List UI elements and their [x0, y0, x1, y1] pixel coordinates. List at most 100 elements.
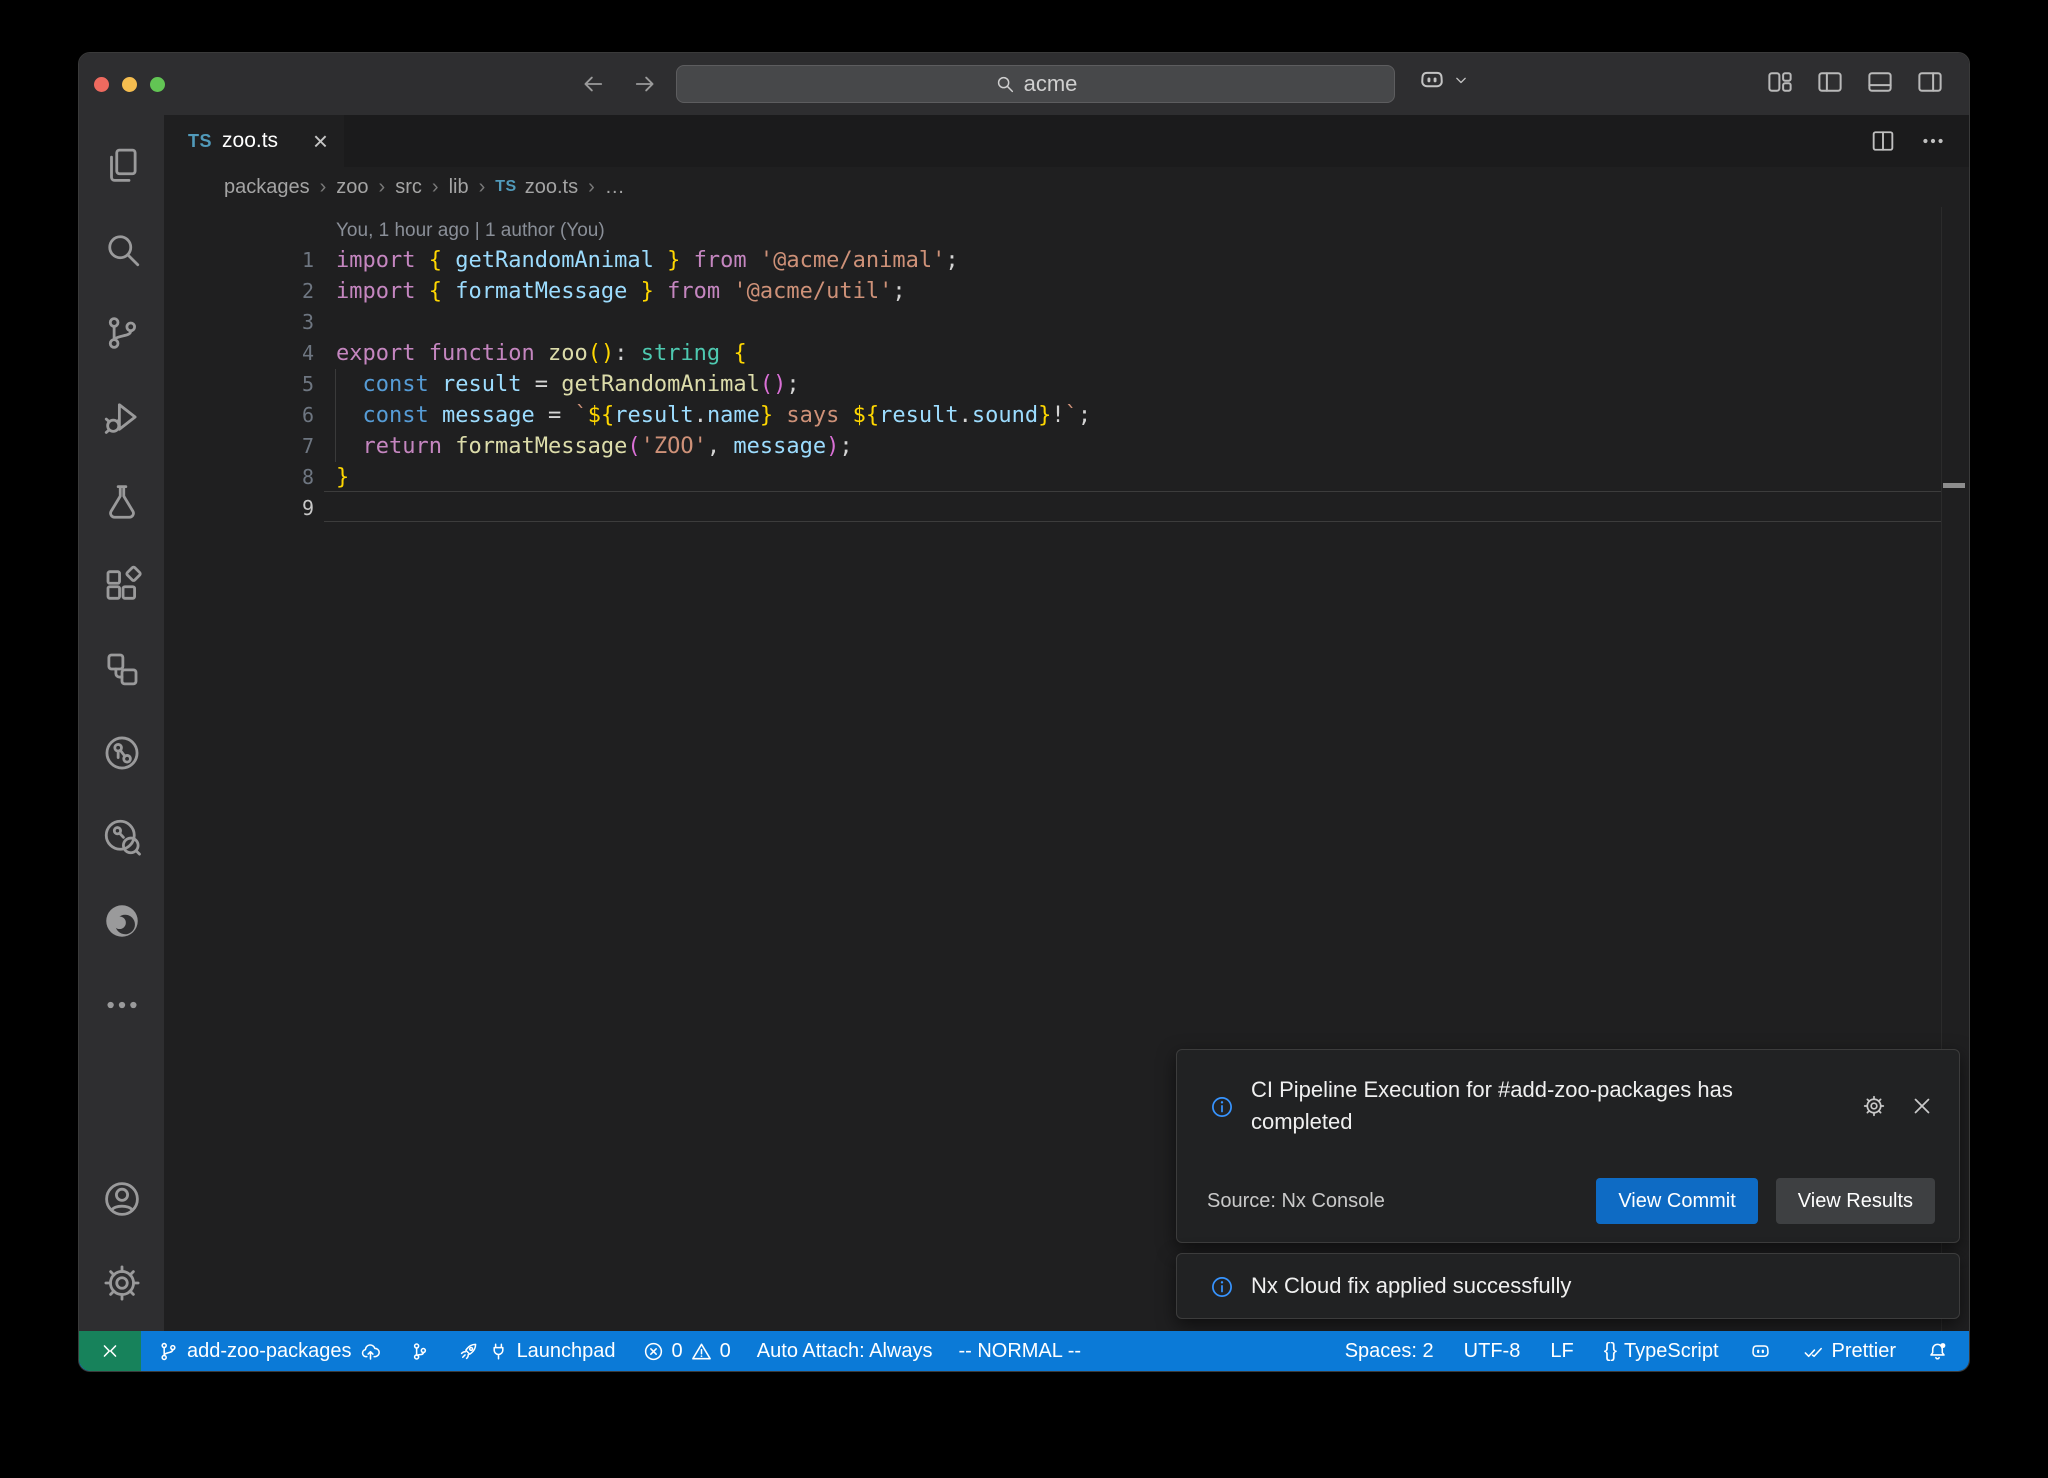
- toggle-secondary-sidebar-icon[interactable]: [1915, 67, 1945, 97]
- breadcrumb: packages›zoo›src›lib›TSzoo.ts›…: [164, 167, 1969, 207]
- code-line-8[interactable]: 8}: [164, 462, 1969, 493]
- status-item-problems[interactable]: 00: [642, 1340, 731, 1363]
- status-label: Spaces: 2: [1345, 1340, 1434, 1363]
- status-item-branch[interactable]: add-zoo-packages: [157, 1340, 382, 1363]
- code-line-5[interactable]: 5 const result = getRandomAnimal();: [164, 369, 1969, 400]
- minimize-window-button[interactable]: [122, 77, 137, 92]
- vscode-window: acme TS zoo.ts × packages›zoo›src›lib›TS…: [78, 52, 1970, 1372]
- plug-icon: [487, 1340, 510, 1363]
- breadcrumb-separator: ›: [588, 176, 595, 199]
- overview-ruler-cursor-mark: [1943, 483, 1965, 488]
- info-icon: [1209, 1274, 1235, 1300]
- extensions-icon: [101, 564, 143, 606]
- status-label: UTF-8: [1464, 1340, 1521, 1363]
- ts-file-icon: TS: [188, 131, 212, 152]
- split-editor-icon[interactable]: [1869, 127, 1897, 155]
- status-item-copilot[interactable]: [1749, 1340, 1772, 1363]
- code-line-6[interactable]: 6 const message = `${result.name} says $…: [164, 400, 1969, 431]
- breadcrumb-separator: ›: [479, 176, 486, 199]
- copilot-menu[interactable]: [1417, 65, 1471, 95]
- back-arrow-icon[interactable]: [579, 70, 607, 98]
- status-item-auto-attach[interactable]: Auto Attach: Always: [757, 1340, 933, 1363]
- activity-item-edge-browser-icon[interactable]: [79, 879, 164, 963]
- command-center-search[interactable]: acme: [676, 65, 1395, 103]
- zoom-window-button[interactable]: [150, 77, 165, 92]
- breadcrumb-item-packages[interactable]: packages: [224, 176, 310, 199]
- ts-file-icon: TS: [495, 178, 516, 196]
- code-line-2[interactable]: 2import { formatMessage } from '@acme/ut…: [164, 276, 1969, 307]
- activity-item-settings-gear-icon[interactable]: [79, 1241, 164, 1325]
- breadcrumb-label: zoo: [336, 176, 368, 199]
- rocket-icon: [457, 1340, 480, 1363]
- breadcrumb-item-lib[interactable]: lib: [449, 176, 469, 199]
- code-line-1[interactable]: 1import { getRandomAnimal } from '@acme/…: [164, 245, 1969, 276]
- run-debug-icon: [101, 396, 143, 438]
- toggle-primary-sidebar-icon[interactable]: [1815, 67, 1845, 97]
- status-item-language[interactable]: {} TypeScript: [1604, 1340, 1719, 1363]
- breadcrumb-label: src: [395, 176, 422, 199]
- activity-item-extensions-icon[interactable]: [79, 543, 164, 627]
- status-item-vim-mode[interactable]: -- NORMAL --: [958, 1340, 1081, 1363]
- breadcrumb-item-zoo[interactable]: zoo: [336, 176, 368, 199]
- traffic-lights: [94, 77, 165, 92]
- code-line-7[interactable]: 7 return formatMessage('ZOO', message);: [164, 431, 1969, 462]
- status-item-encoding[interactable]: UTF-8: [1464, 1340, 1521, 1363]
- activity-item-search-icon[interactable]: [79, 207, 164, 291]
- status-label: {}: [1604, 1340, 1617, 1363]
- status-label: add-zoo-packages: [187, 1340, 352, 1363]
- search-text: acme: [1024, 71, 1078, 97]
- status-item-launchpad[interactable]: Launchpad: [457, 1340, 616, 1363]
- code-line-9[interactable]: 9: [164, 493, 1969, 524]
- code-line-4[interactable]: 4export function zoo(): string {: [164, 338, 1969, 369]
- nx-cloud-icon: [101, 732, 143, 774]
- toggle-panel-icon[interactable]: [1865, 67, 1895, 97]
- status-bar: add-zoo-packages Launchpad 00 Auto Attach: …: [79, 1331, 1969, 1371]
- code-text: import { formatMessage } from '@acme/uti…: [336, 276, 906, 307]
- activity-item-account-icon[interactable]: [79, 1157, 164, 1241]
- status-label: TypeScript: [1624, 1340, 1718, 1363]
- notification-close-icon[interactable]: [1909, 1074, 1935, 1138]
- code-text: export function zoo(): string {: [336, 338, 747, 369]
- status-label: 0: [672, 1340, 683, 1363]
- tab-zoo-ts[interactable]: TS zoo.ts ×: [164, 115, 344, 167]
- more-actions-icon[interactable]: [1919, 127, 1947, 155]
- line-number: 8: [164, 462, 314, 493]
- activity-item-source-control-icon[interactable]: [79, 291, 164, 375]
- notification-message: CI Pipeline Execution for #add-zoo-packa…: [1251, 1074, 1811, 1138]
- status-label: LF: [1550, 1340, 1573, 1363]
- activity-item-nx-cloud-icon[interactable]: [79, 711, 164, 795]
- activity-item-nx-console-icon[interactable]: [79, 627, 164, 711]
- forward-arrow-icon[interactable]: [631, 70, 659, 98]
- title-bar: acme: [79, 53, 1969, 115]
- status-item-eol[interactable]: LF: [1550, 1340, 1573, 1363]
- nx-console-icon: [101, 648, 143, 690]
- activity-item-files-icon[interactable]: [79, 123, 164, 207]
- info-icon: [1209, 1076, 1235, 1138]
- breadcrumb-item-src[interactable]: src: [395, 176, 422, 199]
- breadcrumb-item--[interactable]: …: [605, 176, 625, 199]
- breadcrumb-item-zoo-ts[interactable]: TSzoo.ts: [495, 176, 578, 199]
- line-number: 9: [164, 493, 314, 524]
- close-window-button[interactable]: [94, 77, 109, 92]
- notification-gear-icon[interactable]: [1861, 1074, 1887, 1138]
- status-item-scm-graph[interactable]: [408, 1340, 431, 1363]
- remote-indicator[interactable]: [79, 1331, 141, 1371]
- view-commit-button[interactable]: View Commit: [1596, 1178, 1757, 1224]
- status-item-formatter[interactable]: Prettier: [1802, 1340, 1896, 1363]
- customize-layout-icon[interactable]: [1765, 67, 1795, 97]
- activity-item-run-debug-icon[interactable]: [79, 375, 164, 459]
- status-label: Prettier: [1832, 1340, 1896, 1363]
- activity-item-testing-icon[interactable]: [79, 459, 164, 543]
- activity-item-nx-graph-icon[interactable]: [79, 795, 164, 879]
- search-icon: [994, 73, 1016, 95]
- error-icon: [642, 1340, 665, 1363]
- copilot-icon: [1417, 65, 1447, 95]
- close-tab-icon[interactable]: ×: [313, 128, 328, 154]
- activity-bar: [79, 115, 164, 1331]
- git-branch-icon: [157, 1340, 180, 1363]
- status-item-notifications-bell[interactable]: [1926, 1340, 1949, 1363]
- activity-item-more-icon[interactable]: [79, 963, 164, 1047]
- status-item-indentation[interactable]: Spaces: 2: [1345, 1340, 1434, 1363]
- view-results-button[interactable]: View Results: [1776, 1178, 1935, 1224]
- code-line-3[interactable]: 3: [164, 307, 1969, 338]
